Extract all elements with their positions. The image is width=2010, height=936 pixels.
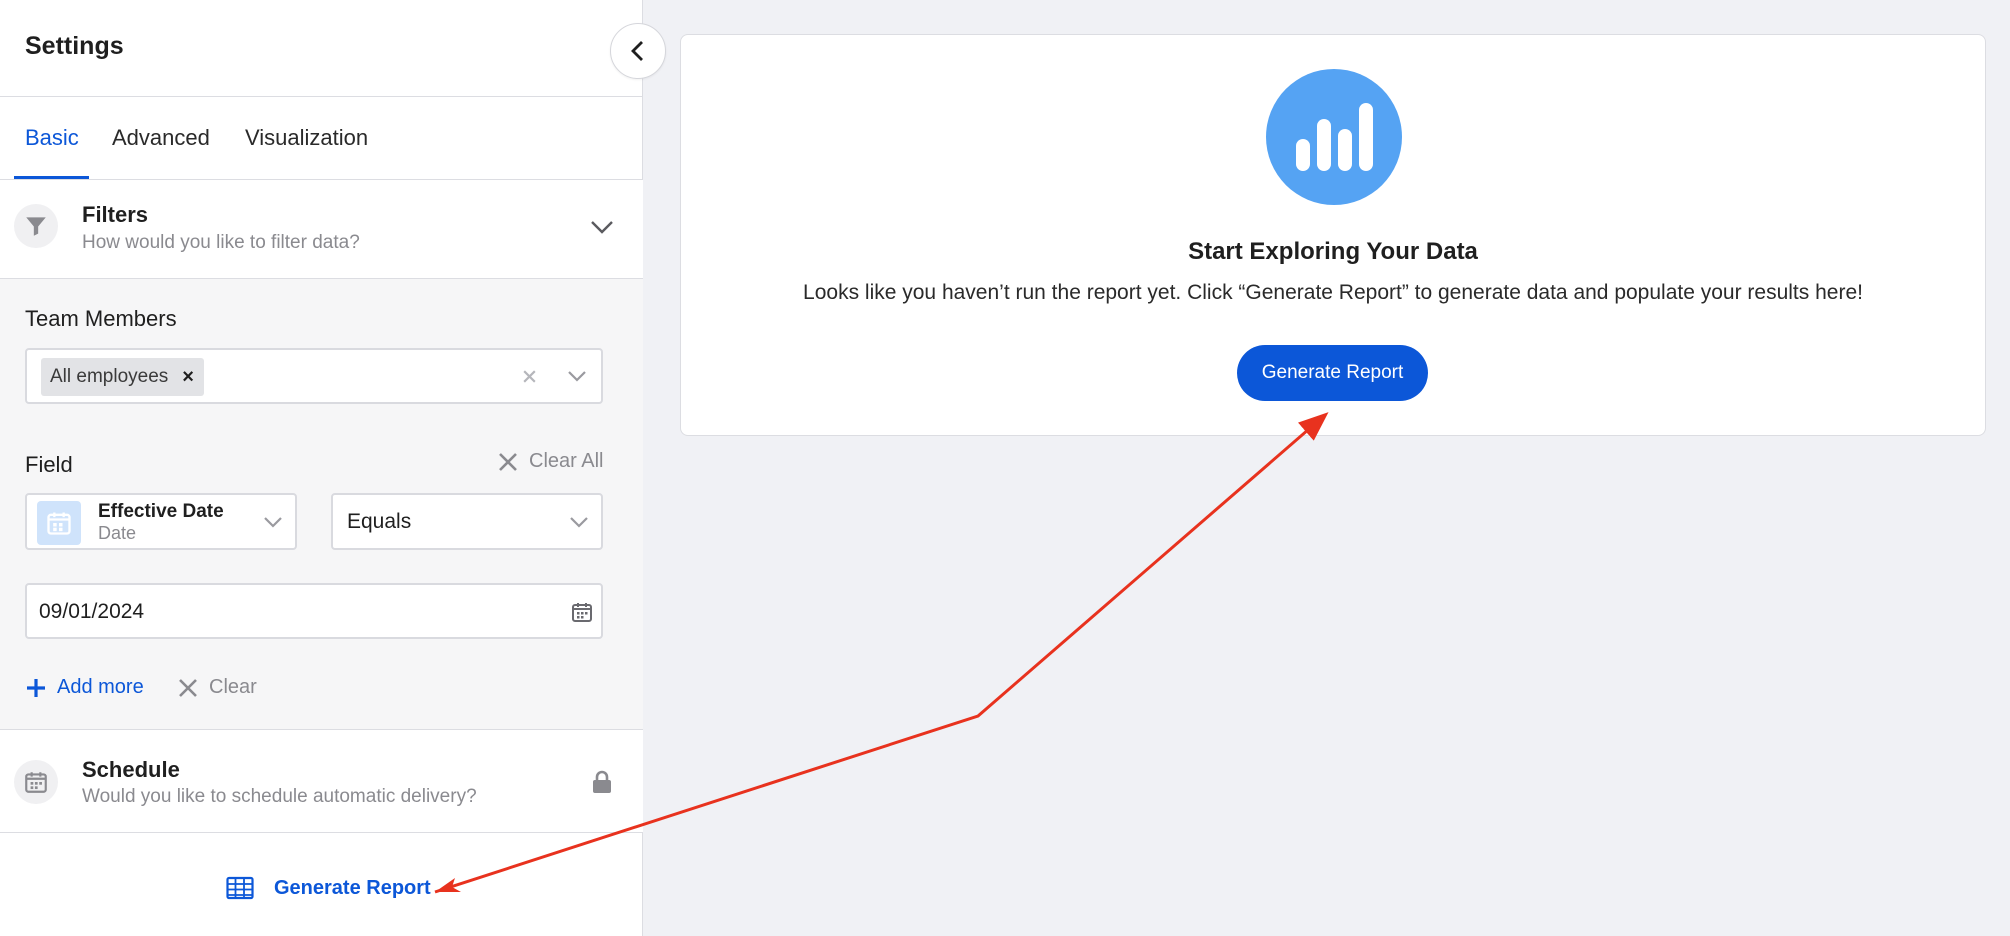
clear-all-button[interactable]: Clear All [497,450,603,473]
date-value: 09/01/2024 [39,600,145,623]
empty-state-description: Looks like you haven’t run the report ye… [803,281,1863,304]
clear-label: Clear [209,676,257,698]
filter-funnel-icon [14,204,58,248]
tab-basic[interactable]: Basic [25,97,79,179]
generate-report-button[interactable]: Generate Report [1237,345,1428,401]
field-name: Effective Date [98,501,224,522]
clear-all-label: Clear All [529,450,604,472]
schedule-section-header[interactable]: Schedule Would you like to schedule auto… [0,730,643,832]
selected-chip: All employees × [41,358,204,396]
chip-label: All employees [50,366,169,387]
tab-advanced[interactable]: Advanced [112,97,210,179]
schedule-subtitle: Would you like to schedule automatic del… [82,786,477,807]
close-icon [179,678,197,697]
calendar-icon [14,760,58,804]
settings-tabs: Basic Advanced Visualization [0,97,643,179]
clear-button[interactable]: Clear [177,676,257,699]
add-more-label: Add more [57,676,144,698]
generate-report-label: Generate Report [274,876,431,899]
empty-state-title: Start Exploring Your Data [1188,238,1478,265]
field-type: Date [98,523,137,543]
empty-state-card: Start Exploring Your Data Looks like you… [680,34,1986,436]
collapse-sidebar-button[interactable] [610,23,666,79]
operator-value: Equals [347,510,412,533]
plus-icon [27,678,45,697]
operator-select[interactable]: Equals [331,493,603,550]
lock-icon [593,770,611,793]
field-select[interactable]: Effective Date Date [25,493,297,550]
calendar-icon[interactable] [570,600,594,624]
sidebar-title: Settings [25,32,124,60]
filters-subtitle: How would you like to filter data? [82,232,360,253]
tab-visualization[interactable]: Visualization [245,97,368,179]
filters-section-header[interactable]: Filters How would you like to filter dat… [0,180,643,278]
schedule-title: Schedule [82,757,180,782]
table-icon [226,876,254,900]
close-icon [499,452,517,471]
settings-sidebar: Settings Basic Advanced Visualization Fi… [0,0,643,936]
divider [0,832,643,833]
chevron-down-icon[interactable] [590,219,614,235]
calendar-icon [37,501,81,545]
add-more-button[interactable]: Add more [25,676,144,699]
clear-selection-icon[interactable] [521,368,538,385]
chevron-down-icon[interactable] [569,516,589,529]
chevron-left-icon [631,41,643,61]
chevron-down-icon[interactable] [567,370,587,383]
filters-title: Filters [82,202,149,227]
team-members-label: Team Members [25,306,177,331]
generate-report-link[interactable]: Generate Report [226,876,431,900]
chevron-down-icon[interactable] [263,516,283,529]
chip-remove-icon[interactable]: × [182,367,194,387]
bar-chart-icon [1266,69,1402,205]
team-members-select[interactable]: All employees × [25,348,603,404]
date-input[interactable]: 09/01/2024 [25,583,603,639]
field-label: Field [25,452,73,477]
